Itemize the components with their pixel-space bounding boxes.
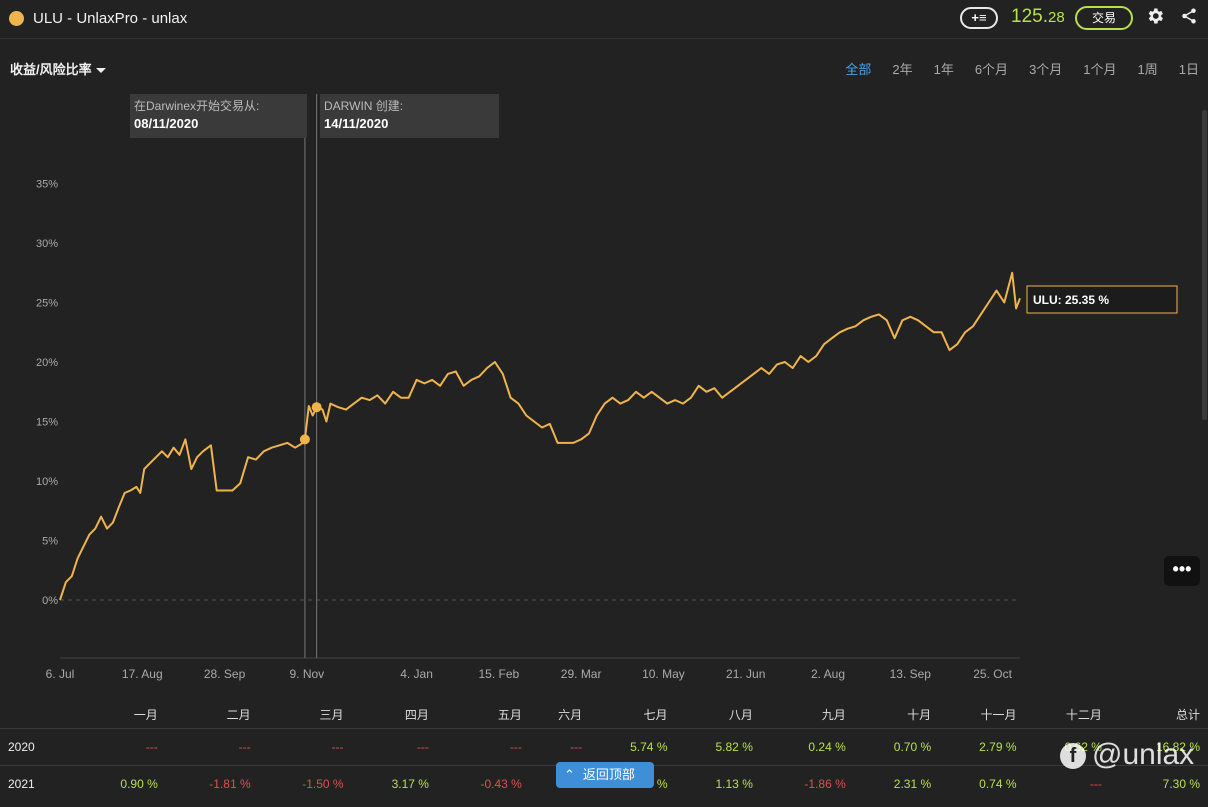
- y-tick-label: 15%: [36, 417, 58, 429]
- return-cell: 2.31 %: [853, 765, 940, 802]
- price-decimals: 28: [1047, 9, 1065, 26]
- x-tick-label: 25. Oct: [973, 667, 1012, 681]
- table-row: 2020 --- --- --- --- --- --- 5.74 % 5.82 % 0.24 %…: [0, 728, 1208, 766]
- return-cell: -1.86 %: [760, 765, 854, 802]
- x-tick-label: 15. Feb: [479, 667, 520, 681]
- x-tick-label: 4. Jan: [400, 667, 433, 681]
- y-tick-label: 30%: [36, 238, 58, 250]
- return-cell: 2.79 %: [939, 728, 1025, 766]
- table-header-month: 八月: [728, 707, 753, 722]
- annotation-label: DARWIN 创建:: [324, 99, 403, 113]
- y-tick-label: 0%: [42, 595, 58, 607]
- table-header-month: 十月: [907, 707, 932, 722]
- table-header-month: 三月: [319, 707, 344, 722]
- tab-range-6m[interactable]: 6个月: [975, 59, 1008, 78]
- more-options-button[interactable]: •••: [1164, 556, 1200, 586]
- page-title: ULU - UnlaxPro - unlax: [33, 10, 188, 27]
- y-tick-label: 5%: [42, 536, 58, 548]
- annotation-label: 在Darwinex开始交易从:: [134, 98, 259, 113]
- table-header-month: 总计: [1175, 707, 1200, 722]
- add-to-list-button[interactable]: +≡: [960, 7, 998, 29]
- table-header-year: [0, 700, 80, 729]
- range-tabs: 全部 2年 1年 6个月 3个月 1个月 1周 1日: [824, 59, 1199, 78]
- return-cell: 1.13 %: [675, 765, 761, 802]
- table-header-month: 二月: [226, 707, 251, 722]
- table-header-month: 六月: [558, 707, 583, 722]
- share-icon[interactable]: [1180, 7, 1198, 25]
- back-to-top-label: 返回顶部: [582, 767, 635, 782]
- x-tick-label: 29. Mar: [561, 667, 602, 681]
- table-header-month: 九月: [821, 707, 846, 722]
- x-tick-label: 10. May: [642, 667, 685, 681]
- tab-range-all[interactable]: 全部: [845, 59, 871, 78]
- return-cell: 3.17 %: [351, 765, 437, 802]
- x-tick-label: 13. Sep: [890, 667, 932, 681]
- table-header-month: 一月: [133, 707, 158, 722]
- status-dot: [9, 11, 24, 26]
- scrollbar[interactable]: [1202, 110, 1207, 420]
- table-header-month: 十一月: [980, 707, 1017, 722]
- gear-icon[interactable]: [1145, 6, 1165, 26]
- metric-dropdown[interactable]: 收益/风险比率: [10, 59, 106, 78]
- x-tick-label: 21. Jun: [726, 667, 765, 681]
- y-tick-label: 25%: [36, 298, 58, 310]
- return-cell: -0.43 %: [436, 765, 530, 802]
- annotation-date: 14/11/2020: [324, 116, 388, 131]
- x-tick-label: 2. Aug: [811, 667, 845, 681]
- return-cell: 0.90 %: [80, 765, 166, 802]
- return-cell: 0.70 %: [853, 728, 940, 766]
- top-bar: ULU - UnlaxPro - unlax +≡ 125.28 交易: [0, 0, 1208, 39]
- x-tick-label: 28. Sep: [204, 667, 246, 681]
- year-cell: 2020: [0, 728, 81, 766]
- y-tick-label: 10%: [36, 476, 58, 488]
- return-cell: ---: [80, 728, 166, 766]
- back-to-top-button[interactable]: ⌃ 返回顶部: [556, 762, 654, 788]
- last-value-label: ULU: 25.35 %: [1033, 293, 1109, 307]
- y-tick-label: 35%: [36, 179, 58, 191]
- x-tick-label: 17. Aug: [122, 667, 163, 681]
- watermark-text: @unlax: [1092, 738, 1195, 771]
- return-cell: ---: [351, 728, 437, 766]
- tab-range-1d[interactable]: 1日: [1179, 59, 1199, 78]
- return-cell: 5.74 %: [590, 728, 676, 766]
- annotation-point: [311, 402, 322, 413]
- x-tick-label: 9. Nov: [290, 667, 325, 681]
- tab-range-3m[interactable]: 3个月: [1029, 59, 1062, 78]
- return-cell: ---: [436, 728, 530, 766]
- tab-range-1y[interactable]: 1年: [934, 59, 954, 78]
- return-cell: ---: [529, 728, 591, 766]
- watermark-logo-icon: f: [1060, 743, 1086, 770]
- x-tick-label: 6. Jul: [46, 667, 75, 681]
- metric-dropdown-label: 收益/风险比率: [10, 62, 92, 77]
- trade-button[interactable]: 交易: [1075, 6, 1133, 30]
- return-cell: ---: [165, 728, 259, 766]
- return-cell: ---: [258, 728, 352, 766]
- year-cell: 2021: [0, 765, 81, 802]
- return-cell: -1.50 %: [258, 765, 352, 802]
- table-header-month: 五月: [497, 707, 522, 722]
- return-chart[interactable]: 0% 5% 10% 15% 20% 25% 30% 35% 6. Jul 17. Aug 28. S…: [0, 90, 1200, 690]
- return-cell: 0.24 %: [760, 728, 854, 766]
- return-cell: 0.74 %: [939, 765, 1025, 802]
- table-header-month: 四月: [404, 707, 429, 722]
- table-header-month: 十二月: [1065, 707, 1102, 722]
- table-header-month: 七月: [643, 707, 668, 722]
- chevron-up-icon: ⌃: [564, 767, 575, 782]
- tab-range-1m[interactable]: 1个月: [1083, 59, 1116, 78]
- price-display: 125.28: [1011, 6, 1065, 28]
- y-tick-label: 20%: [36, 357, 58, 369]
- chevron-down-icon: [95, 68, 106, 74]
- return-cell: -1.81 %: [165, 765, 259, 802]
- watermark: f @unlax: [1060, 738, 1194, 772]
- series-line-ulu: [59, 271, 1021, 601]
- table-header-row: 一月 二月 三月 四月 五月 六月 七月 八月 九月 十月 十一月 十二月 总计: [0, 700, 1208, 729]
- tab-range-1w[interactable]: 1周: [1138, 59, 1158, 78]
- return-cell: 5.82 %: [675, 728, 761, 766]
- annotation-point: [299, 434, 310, 445]
- price-main: 125.: [1011, 6, 1048, 27]
- tab-range-2y[interactable]: 2年: [892, 59, 912, 78]
- annotation-date: 08/11/2020: [134, 116, 198, 131]
